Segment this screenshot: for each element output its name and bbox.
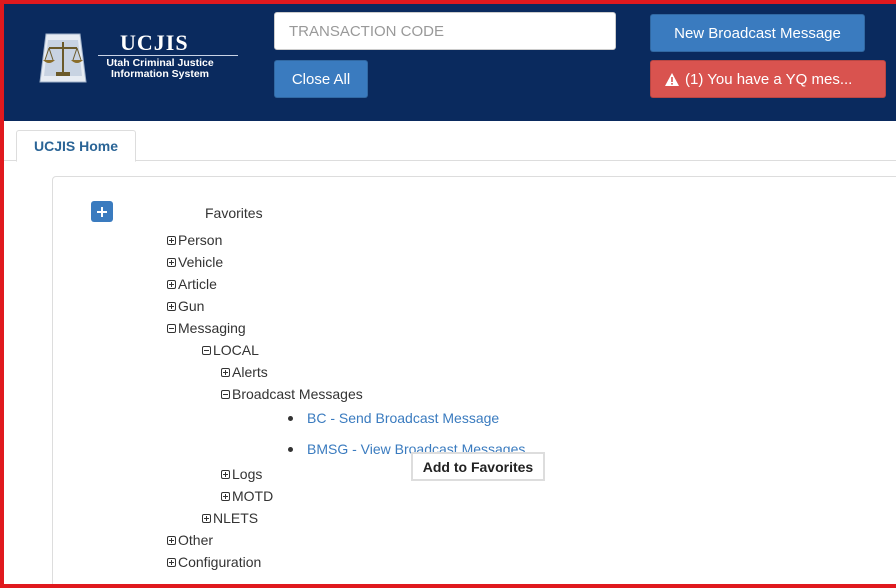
favorites-root-label: Favorites [205,205,263,221]
plus-box-icon[interactable] [167,257,176,267]
tree-node-broadcast-messages[interactable]: Broadcast Messages [221,386,363,402]
logo-divider [98,55,238,56]
tree-node-label: Configuration [178,554,262,570]
bullet-dot [288,446,293,452]
tree-node-label: Person [178,232,223,248]
tree-node-label: Other [178,532,214,548]
tab-strip: UCJIS Home [4,121,896,162]
tree-node-nlets[interactable]: NLETS [202,510,258,526]
tree-node-label: Gun [178,298,205,314]
tree-node-messaging[interactable]: Messaging [167,320,246,336]
tree-node-label: Broadcast Messages [232,386,363,402]
minus-box-icon[interactable] [167,323,176,333]
tree-node-label: Alerts [232,364,268,380]
tree-node-label: Logs [232,466,263,482]
add-favorite-button[interactable] [91,201,113,222]
logo-subtitle: Utah Criminal Justice Information System [100,58,220,80]
plus-box-icon[interactable] [221,469,230,479]
alert-label: (1) You have a YQ mes... [685,70,853,88]
screenshot-frame: UCJIS Utah Criminal Justice Information … [0,0,896,588]
tree-node-vehicle[interactable]: Vehicle [167,254,223,270]
tree-node-logs[interactable]: Logs [221,466,262,482]
add-to-favorites-tooltip: Add to Favorites [411,452,545,481]
link-label: BC - Send Broadcast Message [307,410,500,426]
close-all-button[interactable]: Close All [274,60,368,98]
scales-of-justice-icon [39,33,87,83]
transaction-code-input[interactable] [274,12,616,50]
tree-node-person[interactable]: Person [167,232,222,248]
yq-message-alert-button[interactable]: (1) You have a YQ mes... [650,60,886,98]
tree-node-alerts[interactable]: Alerts [221,364,268,380]
plus-box-icon[interactable] [202,513,211,523]
tree-node-article[interactable]: Article [167,276,217,292]
plus-box-icon[interactable] [167,279,176,289]
tree-node-label: Messaging [178,320,246,336]
minus-box-icon[interactable] [202,345,211,355]
tree-node-other[interactable]: Other [167,532,213,548]
plus-box-icon[interactable] [167,557,176,567]
header-bar: UCJIS Utah Criminal Justice Information … [4,4,896,121]
tree-node-label: NLETS [213,510,259,526]
tree-node-configuration[interactable]: Configuration [167,554,261,570]
tree-node-local[interactable]: LOCAL [202,342,259,358]
ucjis-logo[interactable]: UCJIS Utah Criminal Justice Information … [34,26,244,90]
plus-box-icon[interactable] [167,301,176,311]
tree-node-label: Vehicle [178,254,224,270]
minus-box-icon[interactable] [221,389,230,399]
tree-node-motd[interactable]: MOTD [221,488,273,504]
plus-box-icon[interactable] [221,491,230,501]
plus-icon [97,206,107,217]
tree-node-label: LOCAL [213,342,259,358]
plus-box-icon[interactable] [167,235,176,245]
tree-node-label: MOTD [232,488,274,504]
plus-box-icon[interactable] [221,367,230,377]
warning-triangle-icon [665,72,679,86]
tree-node-label: Article [178,276,217,292]
logo-subtitle-line2: Information System [110,68,210,80]
plus-box-icon[interactable] [167,535,176,545]
logo-title: UCJIS [120,30,189,55]
bullet-dot [288,415,293,421]
tab-ucjis-home[interactable]: UCJIS Home [16,130,136,162]
new-broadcast-message-button[interactable]: New Broadcast Message [650,14,865,52]
link-bc-send-broadcast[interactable]: BC - Send Broadcast Message [288,410,499,426]
tree-node-gun[interactable]: Gun [167,298,204,314]
